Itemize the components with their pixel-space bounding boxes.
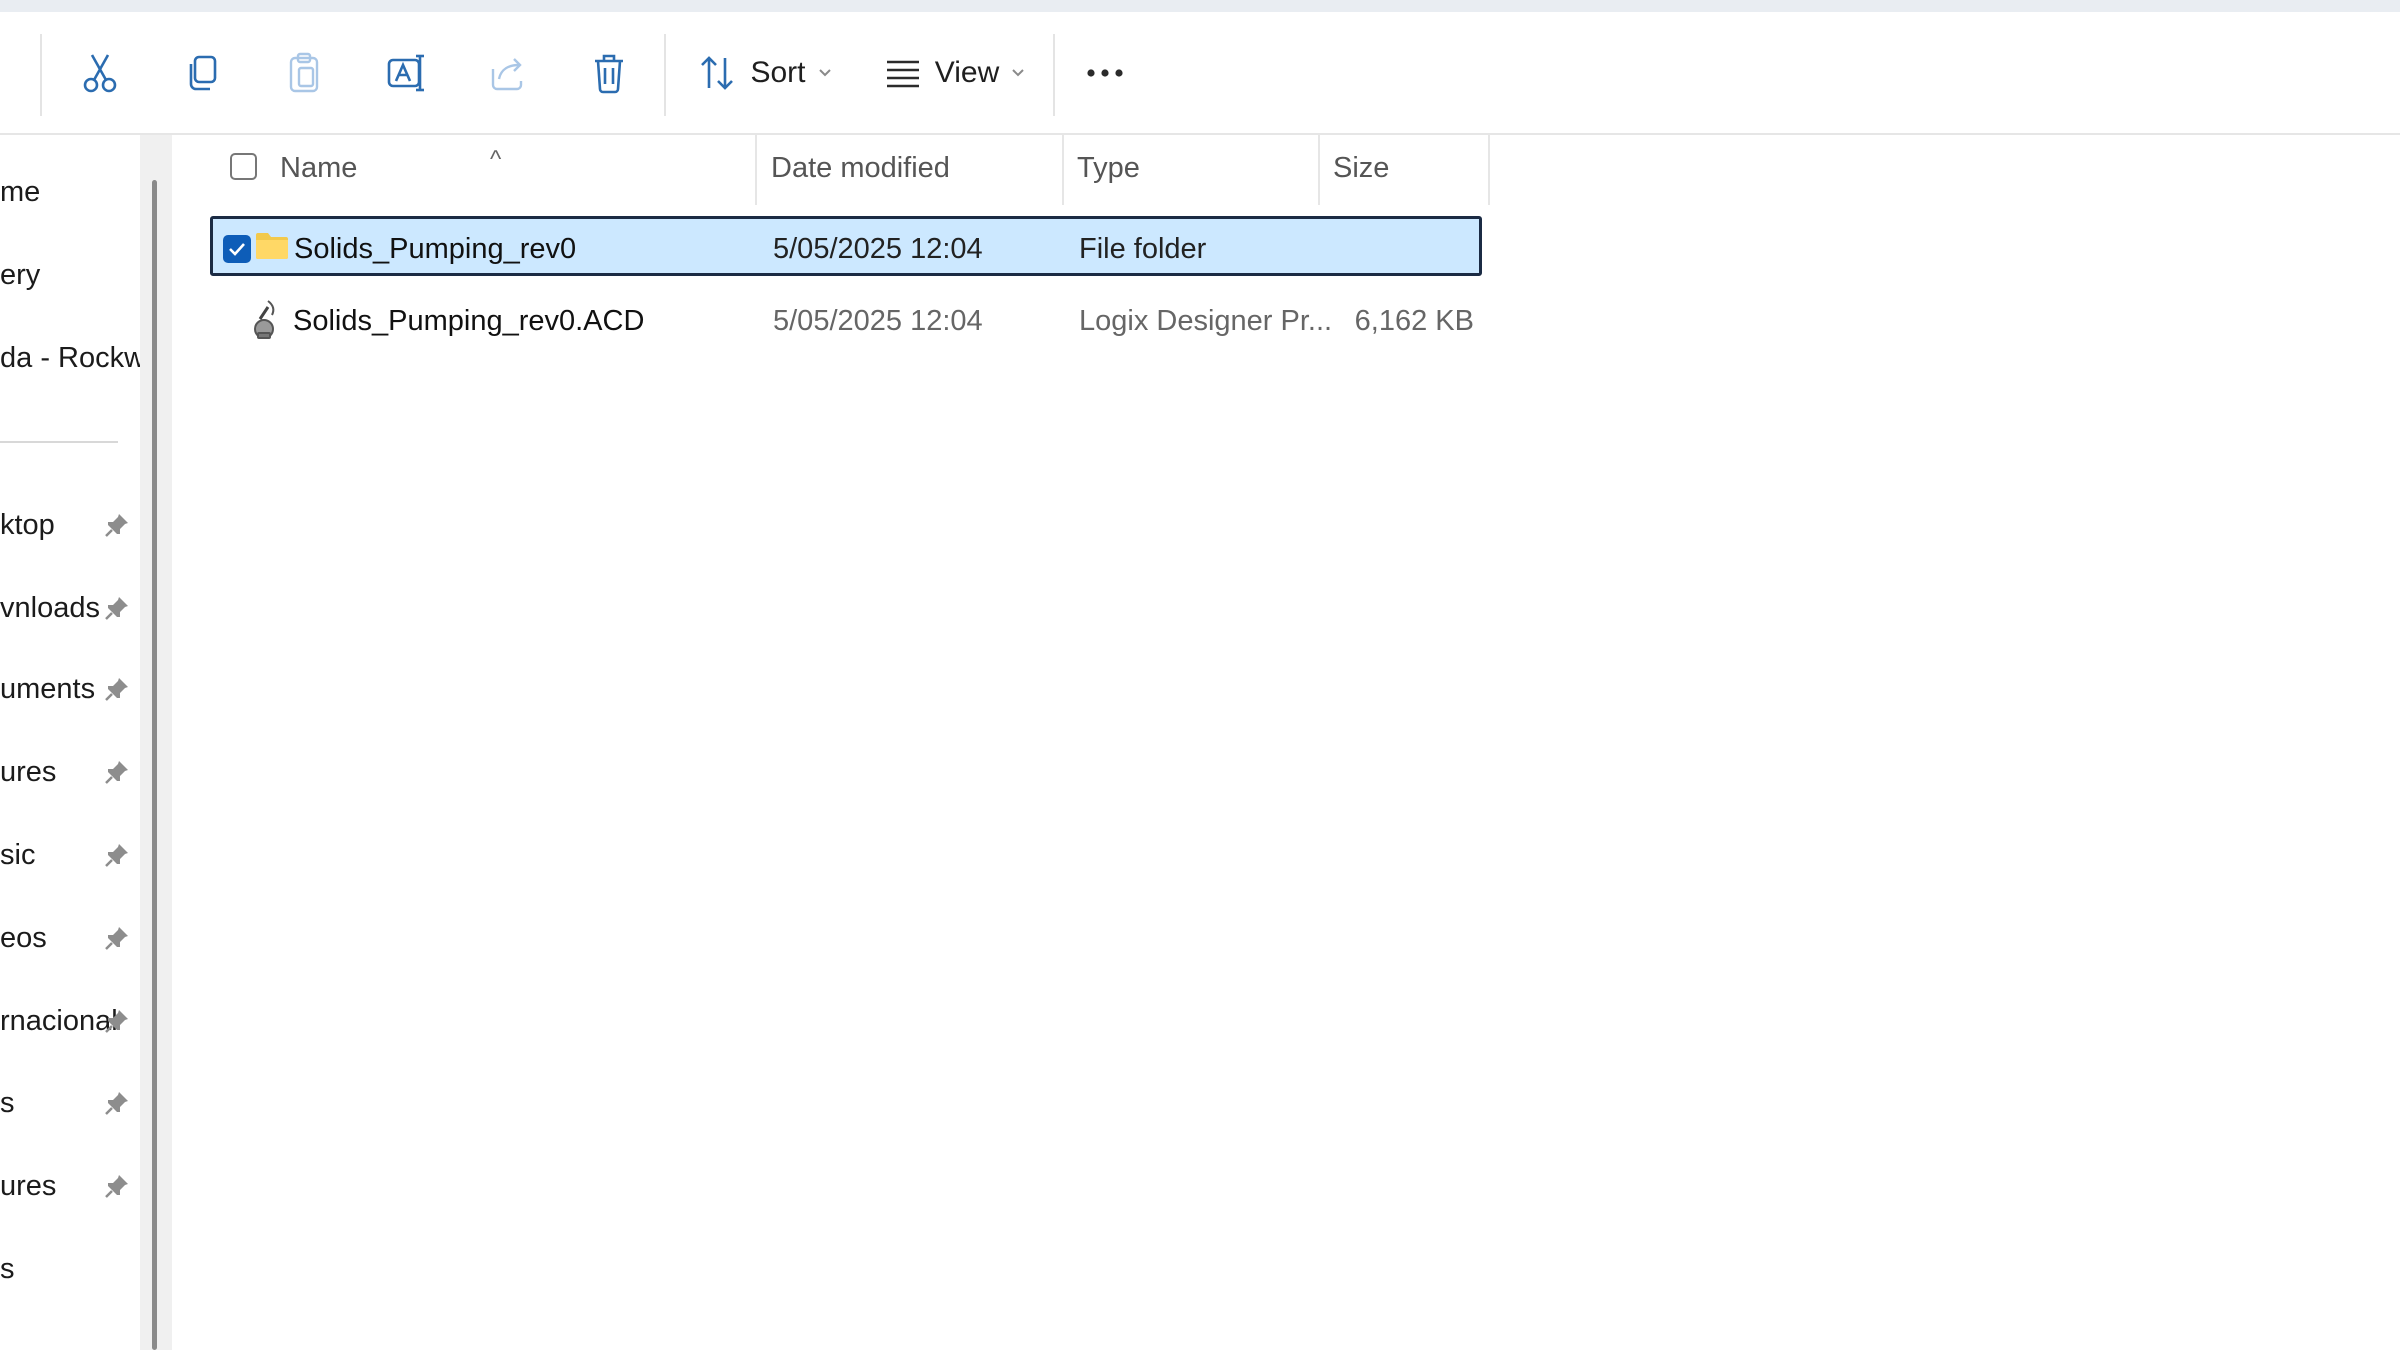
pin-icon bbox=[103, 675, 131, 703]
nav-item-label: da - Rockwel bbox=[0, 342, 140, 374]
pin-icon bbox=[103, 841, 131, 869]
column-resize-handle[interactable] bbox=[1318, 135, 1320, 205]
column-resize-handle[interactable] bbox=[755, 135, 757, 205]
nav-item-downloads[interactable]: vnloads bbox=[0, 578, 140, 638]
nav-item-documents[interactable]: uments bbox=[0, 659, 140, 719]
nav-item-label: s bbox=[0, 1087, 15, 1119]
sort-label: Sort bbox=[750, 55, 806, 89]
delete-button[interactable] bbox=[579, 12, 639, 133]
clipboard-icon bbox=[287, 52, 321, 94]
nav-item-music[interactable]: sic bbox=[0, 825, 140, 885]
more-options-button[interactable] bbox=[1075, 12, 1135, 133]
nav-item-home[interactable]: me bbox=[0, 162, 140, 222]
nav-item-label: ery bbox=[0, 259, 41, 291]
nav-item-label: eos bbox=[0, 922, 47, 954]
file-type: File folder bbox=[1079, 233, 1207, 265]
copy-icon bbox=[185, 54, 219, 92]
more-icon bbox=[1085, 68, 1125, 78]
file-type: Logix Designer Pr... bbox=[1079, 305, 1333, 337]
rename-button[interactable] bbox=[376, 12, 436, 133]
logix-file-icon bbox=[250, 299, 282, 346]
pin-icon bbox=[103, 511, 131, 539]
select-all-checkbox[interactable] bbox=[230, 153, 257, 180]
nav-item-videos[interactable]: eos bbox=[0, 908, 140, 968]
pin-icon bbox=[103, 1089, 131, 1117]
file-size: 6,162 KB bbox=[1354, 305, 1474, 337]
nav-scrollbar-thumb[interactable] bbox=[152, 180, 157, 1350]
pin-icon bbox=[103, 594, 131, 622]
nav-item-12[interactable]: s bbox=[0, 1239, 140, 1299]
sort-button[interactable]: Sort bbox=[695, 12, 835, 133]
column-header-size[interactable]: Size bbox=[1333, 135, 1389, 205]
chevron-down-icon bbox=[1011, 68, 1025, 78]
nav-item-gallery[interactable]: ery bbox=[0, 245, 140, 305]
row-checkbox-checked[interactable] bbox=[223, 235, 251, 263]
nav-item-label: me bbox=[0, 176, 41, 208]
view-label: View bbox=[934, 55, 1000, 89]
sort-icon bbox=[698, 54, 736, 92]
trash-icon bbox=[592, 52, 626, 94]
navigation-pane: me ery da - Rockwel ktop vnloads uments … bbox=[0, 135, 140, 1350]
file-row-acd[interactable]: Solids_Pumping_rev0.ACD 5/05/2025 12:04 … bbox=[210, 291, 1482, 351]
pin-icon bbox=[103, 924, 131, 952]
folder-icon bbox=[255, 231, 289, 266]
nav-item-onedrive[interactable]: da - Rockwel bbox=[0, 328, 140, 388]
cut-button[interactable] bbox=[70, 12, 130, 133]
toolbar-separator bbox=[664, 34, 666, 116]
column-header-type[interactable]: Type bbox=[1077, 135, 1140, 205]
file-date-modified: 5/05/2025 12:04 bbox=[773, 233, 983, 265]
nav-item-label: sic bbox=[0, 839, 36, 871]
copy-button[interactable] bbox=[172, 12, 232, 133]
file-name: Solids_Pumping_rev0.ACD bbox=[293, 305, 645, 337]
list-view-icon bbox=[885, 58, 921, 88]
command-bar: Sort View bbox=[0, 12, 2400, 135]
share-icon bbox=[489, 53, 527, 93]
nav-item-desktop[interactable]: ktop bbox=[0, 495, 140, 555]
nav-item-pinned-10[interactable]: s bbox=[0, 1073, 140, 1133]
rename-icon bbox=[386, 52, 426, 94]
nav-item-label: ures bbox=[0, 756, 57, 788]
sort-ascending-indicator: ^ bbox=[490, 146, 502, 173]
column-header-date-modified[interactable]: Date modified bbox=[771, 135, 950, 205]
pin-icon bbox=[103, 1007, 131, 1035]
nav-item-label: s bbox=[0, 1253, 15, 1285]
nav-item-label: vnloads bbox=[0, 592, 100, 624]
scissors-icon bbox=[82, 52, 118, 94]
pin-icon bbox=[103, 1172, 131, 1200]
share-button[interactable] bbox=[478, 12, 538, 133]
column-resize-handle[interactable] bbox=[1488, 135, 1490, 205]
nav-item-label: ktop bbox=[0, 509, 55, 541]
nav-divider bbox=[0, 441, 118, 443]
file-name: Solids_Pumping_rev0 bbox=[294, 233, 577, 265]
file-list-empty-area[interactable] bbox=[175, 360, 2400, 1350]
column-header-row: Name ^ Date modified Type Size bbox=[175, 135, 1490, 205]
column-header-name[interactable]: Name bbox=[280, 135, 357, 205]
nav-item-label: rnacional bbox=[0, 1005, 118, 1037]
nav-item-label: uments bbox=[0, 673, 96, 705]
paste-button[interactable] bbox=[274, 12, 334, 133]
view-button[interactable]: View bbox=[880, 12, 1030, 133]
file-row-folder[interactable]: Solids_Pumping_rev0 5/05/2025 12:04 File… bbox=[210, 216, 1482, 276]
file-date-modified: 5/05/2025 12:04 bbox=[773, 305, 983, 337]
nav-item-pictures[interactable]: ures bbox=[0, 742, 140, 802]
nav-item-pinned-11[interactable]: ures bbox=[0, 1156, 140, 1216]
toolbar-separator bbox=[40, 34, 42, 116]
nav-item-label: ures bbox=[0, 1170, 57, 1202]
pin-icon bbox=[103, 758, 131, 786]
nav-item-internacional[interactable]: rnacional bbox=[0, 991, 140, 1051]
toolbar-separator bbox=[1053, 34, 1055, 116]
column-resize-handle[interactable] bbox=[1062, 135, 1064, 205]
chevron-down-icon bbox=[818, 68, 832, 78]
